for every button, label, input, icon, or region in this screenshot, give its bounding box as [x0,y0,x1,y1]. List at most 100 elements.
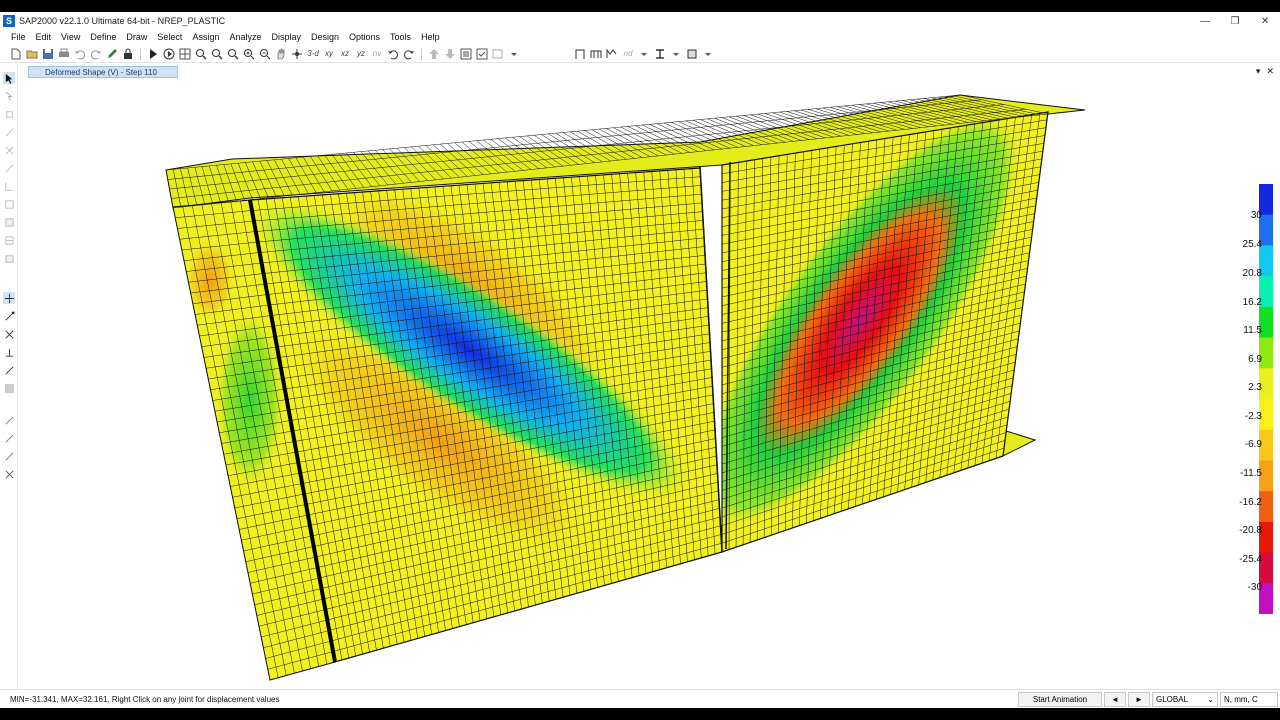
toolbar-separator [421,47,422,60]
select-pointer-icon[interactable] [3,414,15,426]
pointer-icon[interactable] [3,72,15,84]
view-xy-button[interactable]: xy [321,49,337,58]
zoom-rubber-band-icon[interactable] [193,46,209,62]
quick-draw-frame-icon[interactable] [3,144,15,156]
units-select[interactable]: N, mm, C [1220,691,1278,707]
quick-draw-area-icon[interactable] [3,234,15,246]
prev-step-button[interactable]: ◄ [1104,691,1126,707]
print-icon[interactable] [56,46,72,62]
open-icon[interactable] [24,46,40,62]
grid-icon[interactable] [177,46,193,62]
clear-selection-icon[interactable] [3,468,15,480]
minimize-button[interactable]: — [1190,12,1220,30]
zoom-previous-icon[interactable] [225,46,241,62]
run-now-icon[interactable] [161,46,177,62]
chevron-down-icon: ⌄ [1207,694,1214,704]
menu-draw[interactable]: Draw [121,32,152,42]
draw-solid-icon[interactable] [3,252,15,264]
legend-label: 30 [1250,210,1262,221]
save-icon[interactable] [40,46,56,62]
draw-multi-icon[interactable] [604,46,620,62]
coord-system-select[interactable]: GLOBAL ⌄ [1152,691,1218,707]
legend-label: 25.4 [1242,239,1262,250]
select-all-icon[interactable] [474,46,490,62]
menu-tools[interactable]: Tools [385,32,416,42]
view-nv-button[interactable]: nv [369,49,385,58]
move-down-icon[interactable] [442,46,458,62]
view-tab-row: Deformed Shape (V) - Step 110 ▾ ✕ [19,65,1280,79]
menu-file[interactable]: File [6,32,31,42]
redo-icon[interactable] [88,46,104,62]
draw-area-icon[interactable] [3,198,15,210]
view-nd-button[interactable]: nd [620,49,636,58]
legend-label: 6.9 [1248,354,1262,365]
menu-select[interactable]: Select [152,32,187,42]
menu-options[interactable]: Options [344,32,385,42]
draw-joint-icon[interactable] [3,108,15,120]
dropdown-arrow-icon[interactable] [636,46,652,62]
rotate-left-icon[interactable] [385,46,401,62]
menu-bar: File Edit View Define Draw Select Assign… [0,30,1280,44]
model-viewport[interactable]: 30 25.4 20.8 16.2 11.5 6.9 2.3 -2.3 -6.9… [19,79,1280,700]
snap-lines-icon[interactable] [3,364,15,376]
snap-perpendicular-icon[interactable] [3,346,15,358]
dropdown-arrow-icon[interactable] [700,46,716,62]
dropdown-arrow-icon[interactable] [668,46,684,62]
deformed-shape-model[interactable] [19,79,1280,700]
area-icon[interactable] [684,46,700,62]
zoom-in-icon[interactable] [241,46,257,62]
select-previous-icon[interactable] [3,450,15,462]
menu-edit[interactable]: Edit [31,32,57,42]
menu-assign[interactable]: Assign [187,32,224,42]
pencil-icon[interactable] [104,46,120,62]
menu-define[interactable]: Define [85,32,121,42]
view-close-icon[interactable]: ✕ [1266,66,1274,77]
view-yz-button[interactable]: yz [353,49,369,58]
start-animation-button[interactable]: Start Animation [1018,691,1102,707]
status-bar: MIN=-31.341, MAX=32.161, Right Click on … [0,689,1280,708]
set-display-options-icon[interactable] [458,46,474,62]
app-logo-icon: S [3,15,15,27]
legend-label: 2.3 [1248,382,1262,393]
draw-frame-icon[interactable] [572,46,588,62]
tab-deformed-shape[interactable]: Deformed Shape (V) - Step 110 [28,66,178,78]
restore-button[interactable]: ❐ [1220,12,1250,30]
legend-label: -11.5 [1239,468,1262,479]
next-step-button[interactable]: ► [1128,691,1150,707]
draw-brace-icon[interactable] [3,162,15,174]
snap-ends-icon[interactable] [3,310,15,322]
close-window-button[interactable]: ✕ [1250,12,1280,30]
snap-points-icon[interactable] [3,292,15,304]
snap-intersections-icon[interactable] [3,328,15,340]
perspective-icon[interactable] [490,46,506,62]
zoom-out-icon[interactable] [257,46,273,62]
menu-view[interactable]: View [56,32,85,42]
undo-icon[interactable] [72,46,88,62]
menu-help[interactable]: Help [416,32,445,42]
new-model-icon[interactable] [8,46,24,62]
lock-icon[interactable] [120,46,136,62]
snap-grid-icon[interactable] [3,382,15,394]
move-up-icon[interactable] [426,46,442,62]
view-dropdown-icon[interactable]: ▾ [1256,66,1261,77]
menu-analyze[interactable]: Analyze [224,32,266,42]
draw-rect-area-icon[interactable] [3,216,15,228]
view-xz-button[interactable]: xz [337,49,353,58]
run-analysis-icon[interactable] [145,46,161,62]
legend-label: -20.8 [1239,525,1262,536]
pan-hand-icon[interactable] [273,46,289,62]
section-icon[interactable] [652,46,668,62]
view-3d-button[interactable]: 3-d [305,49,321,58]
menu-design[interactable]: Design [306,32,344,42]
rotate-3d-icon[interactable] [289,46,305,62]
draw-frame-tool-icon[interactable] [3,126,15,138]
zoom-default-icon[interactable] [209,46,225,62]
draw-link-icon[interactable] [588,46,604,62]
draw-cable-icon[interactable] [3,180,15,192]
dropdown-arrow-icon[interactable] [506,46,522,62]
rotate-right-icon[interactable] [401,46,417,62]
reshape-icon[interactable] [3,90,15,102]
menu-display[interactable]: Display [266,32,306,42]
select-intersecting-icon[interactable] [3,432,15,444]
bottom-flange [1002,429,1037,457]
